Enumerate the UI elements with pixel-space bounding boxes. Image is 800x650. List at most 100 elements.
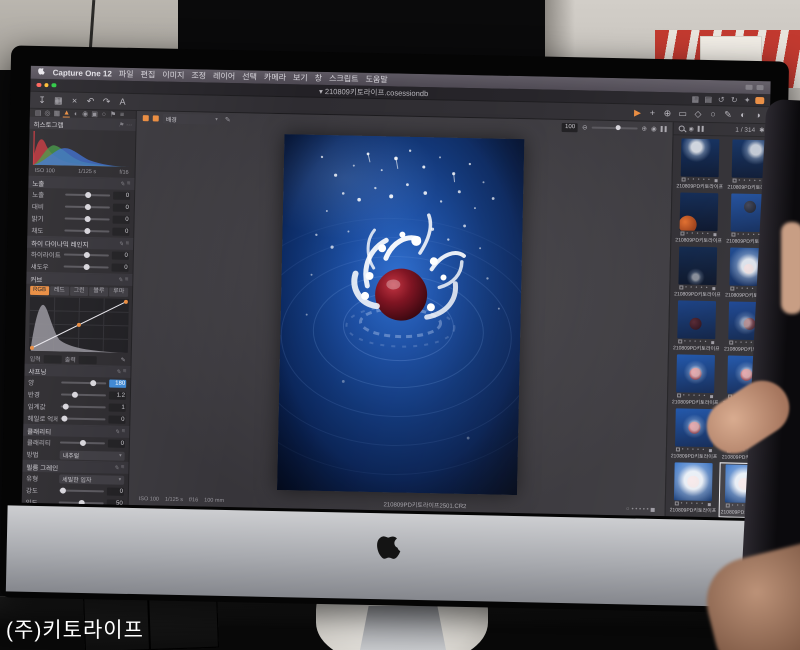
slider[interactable] [64,254,109,257]
zoom-slider[interactable] [592,127,638,130]
thumb-checkbox[interactable] [678,339,682,343]
tool-menu-icon[interactable]: ≡ [123,369,127,376]
pick-color-icon[interactable]: ◐ [739,110,747,120]
output-tab-icon[interactable]: ⚑ [110,110,116,118]
filmstrip-thumbnail[interactable]: • • • • • 210809PD키토라이프2496.CR2 [671,353,720,407]
tool-menu-icon[interactable]: ≡ [122,429,126,436]
slider[interactable] [65,218,110,221]
slider-knob[interactable] [61,416,67,422]
color-tag-circle-icon[interactable]: ○ [626,506,630,512]
import-icon[interactable]: ↧ [38,94,46,105]
thumb-checkbox[interactable] [675,501,679,505]
delete-icon[interactable]: × [71,96,79,106]
app-name[interactable]: Capture One 12 [53,68,112,78]
tools-icon[interactable]: ✦ [743,95,751,104]
slider[interactable] [60,441,105,444]
menu-item[interactable]: 레이어 [213,71,235,82]
slider-knob[interactable] [63,404,69,410]
cursor-tool-icon[interactable]: ▶ [633,107,641,118]
library-tab-icon[interactable]: ▤ [35,109,42,117]
curve-output-value[interactable] [79,355,97,363]
curve-channel-tab[interactable]: RGB [30,286,49,295]
slider[interactable] [61,394,106,397]
filmstrip-thumbnail[interactable]: • • • • • 210809PD키토라이프2494.CR2 [672,299,721,353]
close-window-button[interactable] [36,83,41,88]
preset-icon[interactable]: ✎ [114,465,119,472]
slider-value[interactable]: 0 [112,252,129,260]
thumbnail-image[interactable] [678,246,717,285]
preset-icon[interactable]: ✎ [118,277,123,284]
slider-value[interactable]: 0 [113,204,130,212]
slider[interactable] [61,405,106,408]
menu-item[interactable]: 편집 [140,69,155,80]
minimize-window-button[interactable] [44,83,49,88]
slider-value[interactable]: 1 [109,404,126,412]
eye-icon[interactable]: ◉ [689,125,694,132]
preset-icon[interactable]: ✎ [119,241,124,248]
preset-icon[interactable]: ✎ [116,369,121,376]
thumbnail-image[interactable] [677,300,716,339]
curve-plot[interactable] [25,297,132,355]
slider-knob[interactable] [91,380,97,386]
slider-value[interactable]: 0 [108,416,125,424]
slider-knob[interactable] [84,204,90,210]
tool-menu-icon[interactable]: ≡ [126,241,130,248]
annotate-icon[interactable]: A [119,97,127,107]
details-tab-icon[interactable]: ◉ [82,110,88,118]
exposure-tab-icon[interactable]: ▲ [63,109,70,117]
batch-tab-icon[interactable]: ≡ [119,111,125,118]
capture-tab-icon[interactable]: ◎ [44,109,50,117]
curve-input-value[interactable] [44,355,62,363]
slider-knob[interactable] [85,192,91,198]
slider-value[interactable]: 0 [112,264,129,272]
layer-select[interactable]: 배경 ▾ [163,114,221,125]
clarity-method-dropdown[interactable]: 내추럴 ▾ [60,450,125,460]
slider-value[interactable]: 0 [107,487,124,495]
menu-item[interactable]: 카메라 [264,72,286,83]
redo-icon[interactable]: ↷ [103,96,111,107]
curve-channel-tab[interactable]: 레드 [50,286,69,295]
apple-menu-icon[interactable] [38,68,46,77]
slider-knob[interactable] [71,392,77,398]
zoom-slider-knob[interactable] [615,125,620,130]
zoom-out-icon[interactable]: ⊖ [582,123,588,131]
rotate-ccw-icon[interactable]: ↺ [717,95,725,104]
tool-menu-icon[interactable]: ≡ [127,181,131,188]
brush-icon[interactable]: ✎ [225,116,231,124]
slider-value[interactable]: 1.2 [109,392,126,400]
slider-knob[interactable] [83,252,89,258]
menu-item[interactable]: 스크립트 [329,73,359,85]
filmstrip-thumbnail[interactable]: • • • • • 210809PD키토라이프2500.CR2 [669,461,718,517]
thumbnail-image[interactable] [680,192,719,231]
spot-tool-icon[interactable]: ○ [709,109,717,119]
slider[interactable] [61,382,106,385]
color-tag-icon[interactable] [755,96,764,103]
slider-knob[interactable] [84,228,90,234]
grid-icon[interactable]: ▦ [54,95,63,106]
draw-mask-icon[interactable]: ✎ [724,109,732,120]
thumb-checkbox[interactable] [729,340,733,344]
pause-icon[interactable] [698,126,704,132]
flag-icon[interactable]: ⚑ [118,122,124,129]
slider-knob[interactable] [59,487,65,493]
menu-item[interactable]: 이미지 [162,70,184,81]
pan-tool-icon[interactable]: + [648,108,656,118]
filmstrip-thumbnail[interactable]: • • • • • 210809PD키토라이프2490.CR2 [674,191,723,245]
layer-visibility-checkbox[interactable] [143,115,149,121]
menu-item[interactable]: 파일 [119,69,134,80]
slider[interactable] [65,194,110,197]
curve-channel-tab[interactable]: 블루 [89,287,108,296]
slider[interactable] [64,266,109,269]
menu-item[interactable]: 창 [315,73,323,84]
thumb-checkbox[interactable] [676,447,680,451]
slider-value[interactable]: 0 [113,216,130,224]
thumbnail-image[interactable] [674,462,713,501]
thumb-checkbox[interactable] [681,177,685,181]
thumbnail-image[interactable] [676,354,715,393]
thumbnail-image[interactable] [681,138,720,177]
curve-channel-tab[interactable]: 그린 [70,287,89,296]
slider-value[interactable]: 180 [109,380,126,388]
preset-icon[interactable]: ✎ [120,181,125,188]
viewer-mode-icon[interactable]: ▦ [691,94,699,103]
rating-square-icon[interactable] [651,507,655,511]
